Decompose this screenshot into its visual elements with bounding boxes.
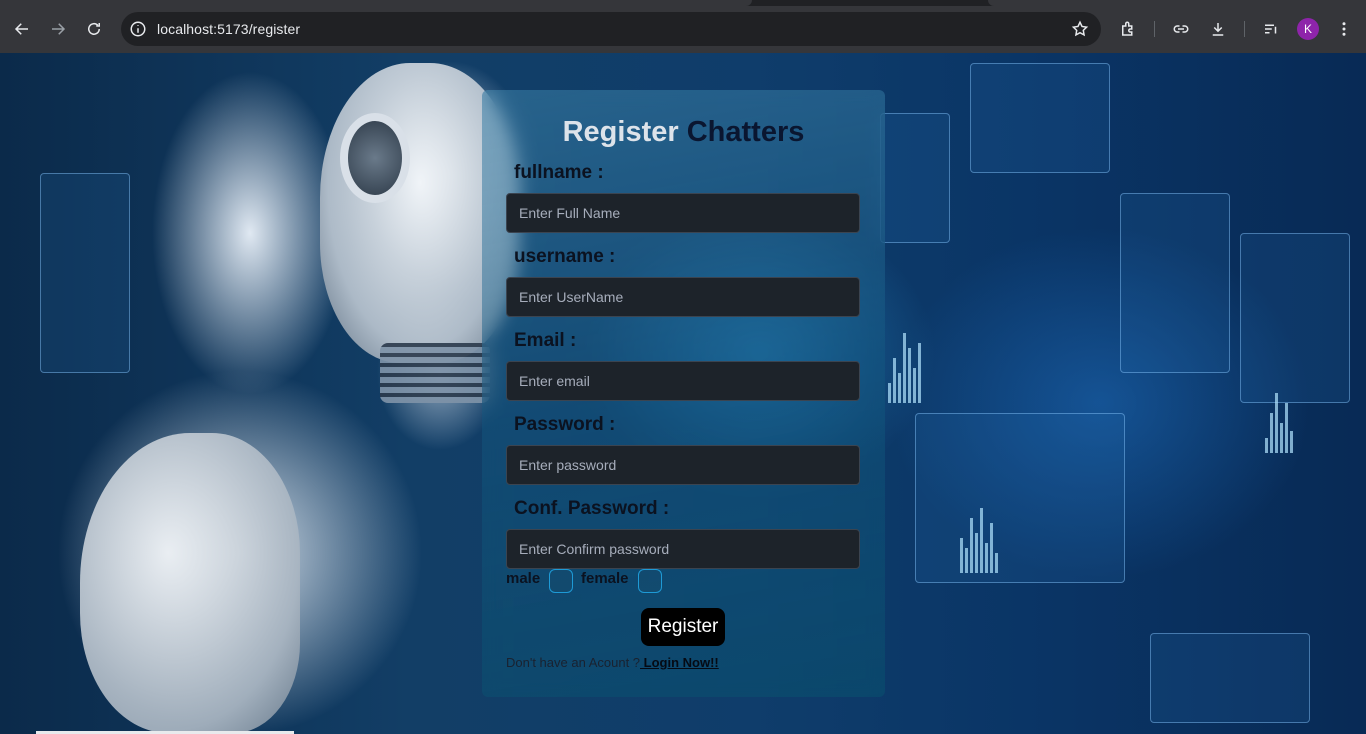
site-info-icon[interactable]: [129, 20, 147, 38]
profile-avatar[interactable]: K: [1297, 18, 1319, 40]
tab-strip-left: [0, 0, 752, 6]
robot-arm-image: [80, 433, 300, 733]
download-icon[interactable]: [1203, 14, 1233, 44]
confirm-password-label: Conf. Password :: [514, 498, 670, 519]
hud-panel: [1240, 233, 1350, 403]
confirm-password-input[interactable]: [506, 529, 860, 569]
username-input[interactable]: [506, 277, 860, 317]
register-button[interactable]: Register: [641, 608, 725, 646]
hud-panel: [40, 173, 130, 373]
bookmark-star-icon[interactable]: [1071, 20, 1089, 38]
address-bar[interactable]: localhost:5173/register: [121, 12, 1101, 46]
password-input[interactable]: [506, 445, 860, 485]
login-now-link[interactable]: Login Now!!: [640, 655, 719, 670]
fullname-label: fullname :: [514, 162, 604, 183]
login-prompt: Don't have an Acount ? Login Now!!: [506, 655, 719, 670]
hud-panel: [915, 413, 1125, 583]
reload-icon[interactable]: [79, 14, 109, 44]
gender-male-checkbox[interactable]: [549, 569, 573, 593]
gender-female-checkbox[interactable]: [638, 569, 662, 593]
link-icon[interactable]: [1166, 14, 1196, 44]
title-word-chatters: Chatters: [686, 116, 805, 148]
email-input[interactable]: [506, 361, 860, 401]
hud-panel: [1120, 193, 1230, 373]
robot-neck-image: [380, 343, 490, 403]
url-text[interactable]: localhost:5173/register: [157, 21, 300, 37]
back-arrow-icon[interactable]: [7, 14, 37, 44]
login-prompt-text: Don't have an Acount ?: [506, 655, 641, 670]
gender-female-label: female: [581, 570, 629, 587]
tab-strip: [0, 0, 1366, 6]
password-label: Password :: [514, 414, 616, 435]
register-card: Register Chatters fullname : username : …: [482, 90, 885, 697]
hud-bar-graph: [1265, 383, 1293, 453]
more-vert-icon[interactable]: [1329, 14, 1359, 44]
robot-eye-image: [340, 113, 410, 203]
tab-strip-right: [988, 0, 1366, 6]
forward-arrow-icon[interactable]: [43, 14, 73, 44]
hud-panel: [970, 63, 1110, 173]
reading-list-icon[interactable]: [1256, 14, 1286, 44]
hud-panel: [880, 113, 950, 243]
gender-male-label: male: [506, 570, 541, 587]
title-word-register: Register: [562, 116, 679, 148]
toolbar-separator: [1244, 21, 1245, 37]
hud-bar-graph: [960, 503, 998, 573]
toolbar-separator: [1154, 21, 1155, 37]
fullname-input[interactable]: [506, 193, 860, 233]
page-title: Register Chatters: [482, 116, 885, 149]
extensions-icon[interactable]: [1113, 14, 1143, 44]
hud-panel: [1150, 633, 1310, 723]
username-label: username :: [514, 246, 616, 267]
email-label: Email :: [514, 330, 577, 351]
browser-toolbar: localhost:5173/register K: [0, 0, 1366, 53]
hud-bar-graph: [888, 323, 921, 403]
